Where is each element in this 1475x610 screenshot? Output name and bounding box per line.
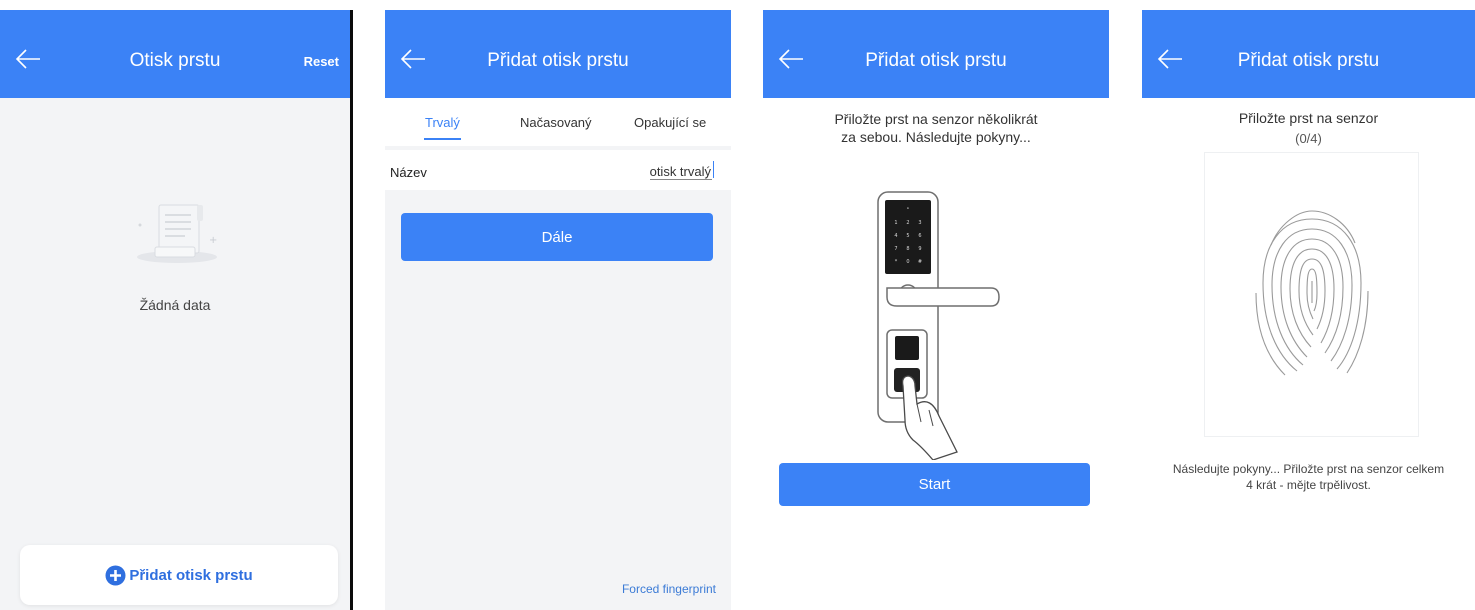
key-1: 1 [894, 220, 897, 226]
next-button[interactable]: Dále [401, 213, 713, 261]
page-title: Otisk prstu [129, 50, 221, 71]
key-9: 9 [918, 246, 921, 252]
start-button[interactable]: Start [779, 463, 1090, 506]
tab-permanent[interactable]: Trvalý [425, 115, 460, 130]
text-cursor [713, 161, 714, 178]
active-tab-indicator [424, 138, 461, 140]
app-bar: Přidat otisk prstu [763, 10, 1109, 98]
scan-progress-counter: (0/4) [1295, 131, 1322, 146]
svg-text:+: + [209, 235, 217, 246]
key-4: 4 [894, 233, 897, 239]
fingerprint-scan-area [1204, 152, 1419, 437]
key-3: 3 [918, 220, 921, 226]
reset-button[interactable]: Reset [304, 54, 339, 69]
screen-enroll-scan: Přidat otisk prstu Přiložte prst na senz… [1142, 10, 1475, 610]
add-fingerprint-button[interactable]: Přidat otisk prstu [20, 545, 338, 605]
instruction-line-2: za sebou. Následujte pokyny... [841, 129, 1031, 145]
tab-timed[interactable]: Načasovaný [520, 115, 592, 130]
name-label: Název [390, 165, 427, 180]
page-title: Přidat otisk prstu [865, 50, 1007, 71]
empty-document-icon: + [137, 204, 217, 263]
key-6: 6 [918, 233, 921, 239]
app-bar: Otisk prstu Reset [0, 10, 350, 98]
key-0: 0 [906, 259, 909, 265]
scan-prompt: Přiložte prst na senzor [1238, 110, 1379, 126]
empty-state-text: Žádná data [139, 297, 211, 313]
key-2: 2 [906, 220, 909, 226]
fingerprint-icon [1255, 210, 1369, 376]
plus-circle-icon [105, 565, 126, 585]
screen-divider [350, 10, 353, 610]
help-line-2: 4 krát - mějte trpělivost. [1246, 478, 1371, 492]
page-title: Přidat otisk prstu [1237, 50, 1380, 71]
forced-fingerprint-link[interactable]: Forced fingerprint [622, 582, 716, 596]
key-7: 7 [894, 246, 897, 252]
name-input[interactable]: otisk trvalý [649, 164, 712, 180]
page-title: Přidat otisk prstu [487, 50, 629, 71]
key-8: 8 [906, 246, 909, 252]
screen-add-fingerprint-form: Přidat otisk prstu Trvalý Načasovaný Opa… [385, 10, 731, 610]
scan-help-text: Následujte pokyny... Přiložte prst na se… [1142, 461, 1475, 493]
screen-fingerprint-list: Otisk prstu Reset + Žádná data Přidat ot… [0, 10, 350, 610]
help-line-1: Následujte pokyny... Přiložte prst na se… [1172, 462, 1445, 476]
app-bar: Přidat otisk prstu [1142, 10, 1475, 98]
instruction-line-1: Přiložte prst na senzor několikrát [834, 111, 1038, 127]
svg-text:⚬: ⚬ [906, 206, 910, 212]
key-5: 5 [906, 233, 909, 239]
key-hash: # [918, 259, 922, 265]
screen-enroll-intro: Přidat otisk prstu Přiložte prst na senz… [763, 10, 1109, 610]
door-lock-illustration: ⚬ 1 2 3 4 5 6 7 8 9 * 0 # [877, 191, 1000, 460]
app-bar: Přidat otisk prstu [385, 10, 731, 98]
tab-recurring[interactable]: Opakující se [634, 115, 706, 130]
name-field-row: Název otisk trvalý [385, 150, 731, 190]
add-fingerprint-label: Přidat otisk prstu [129, 566, 253, 584]
